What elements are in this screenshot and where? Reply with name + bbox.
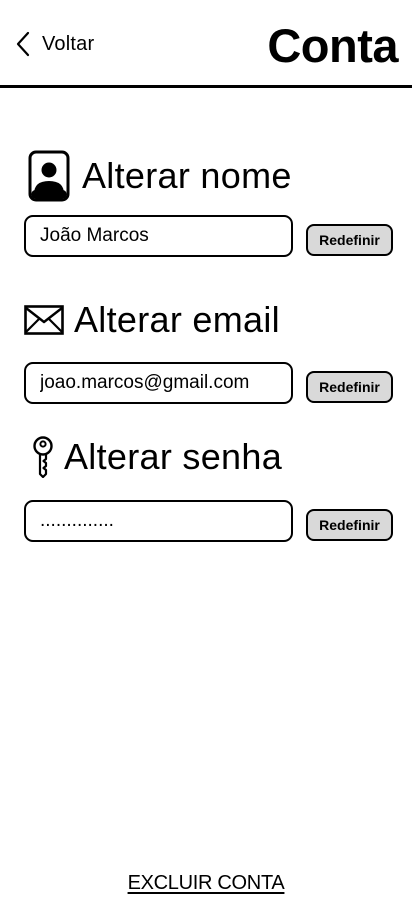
name-input[interactable]	[24, 215, 293, 257]
delete-account-container: EXCLUIR CONTA	[0, 872, 412, 895]
password-section-heading: Alterar senha	[32, 436, 282, 478]
email-section-label: Alterar email	[74, 299, 280, 340]
back-label: Voltar	[42, 32, 95, 55]
email-input[interactable]	[24, 362, 293, 404]
account-screen: Voltar Conta Alterar nome Redefinir	[0, 0, 412, 917]
delete-account-link[interactable]: EXCLUIR CONTA	[128, 872, 285, 894]
reset-email-button[interactable]: Redefinir	[306, 371, 393, 403]
back-button[interactable]: Voltar	[14, 28, 94, 60]
key-icon	[32, 436, 54, 478]
reset-password-button[interactable]: Redefinir	[306, 509, 393, 541]
contact-card-icon	[28, 150, 70, 202]
name-section-heading: Alterar nome	[28, 150, 292, 202]
password-section-label: Alterar senha	[64, 436, 283, 477]
name-section-label: Alterar nome	[82, 155, 292, 196]
header: Voltar Conta	[0, 0, 412, 88]
envelope-icon	[24, 305, 64, 335]
email-section-heading: Alterar email	[24, 300, 280, 340]
chevron-left-icon	[16, 31, 30, 57]
reset-name-button[interactable]: Redefinir	[306, 224, 393, 256]
page-title: Conta	[267, 19, 398, 72]
password-input[interactable]	[24, 500, 293, 542]
